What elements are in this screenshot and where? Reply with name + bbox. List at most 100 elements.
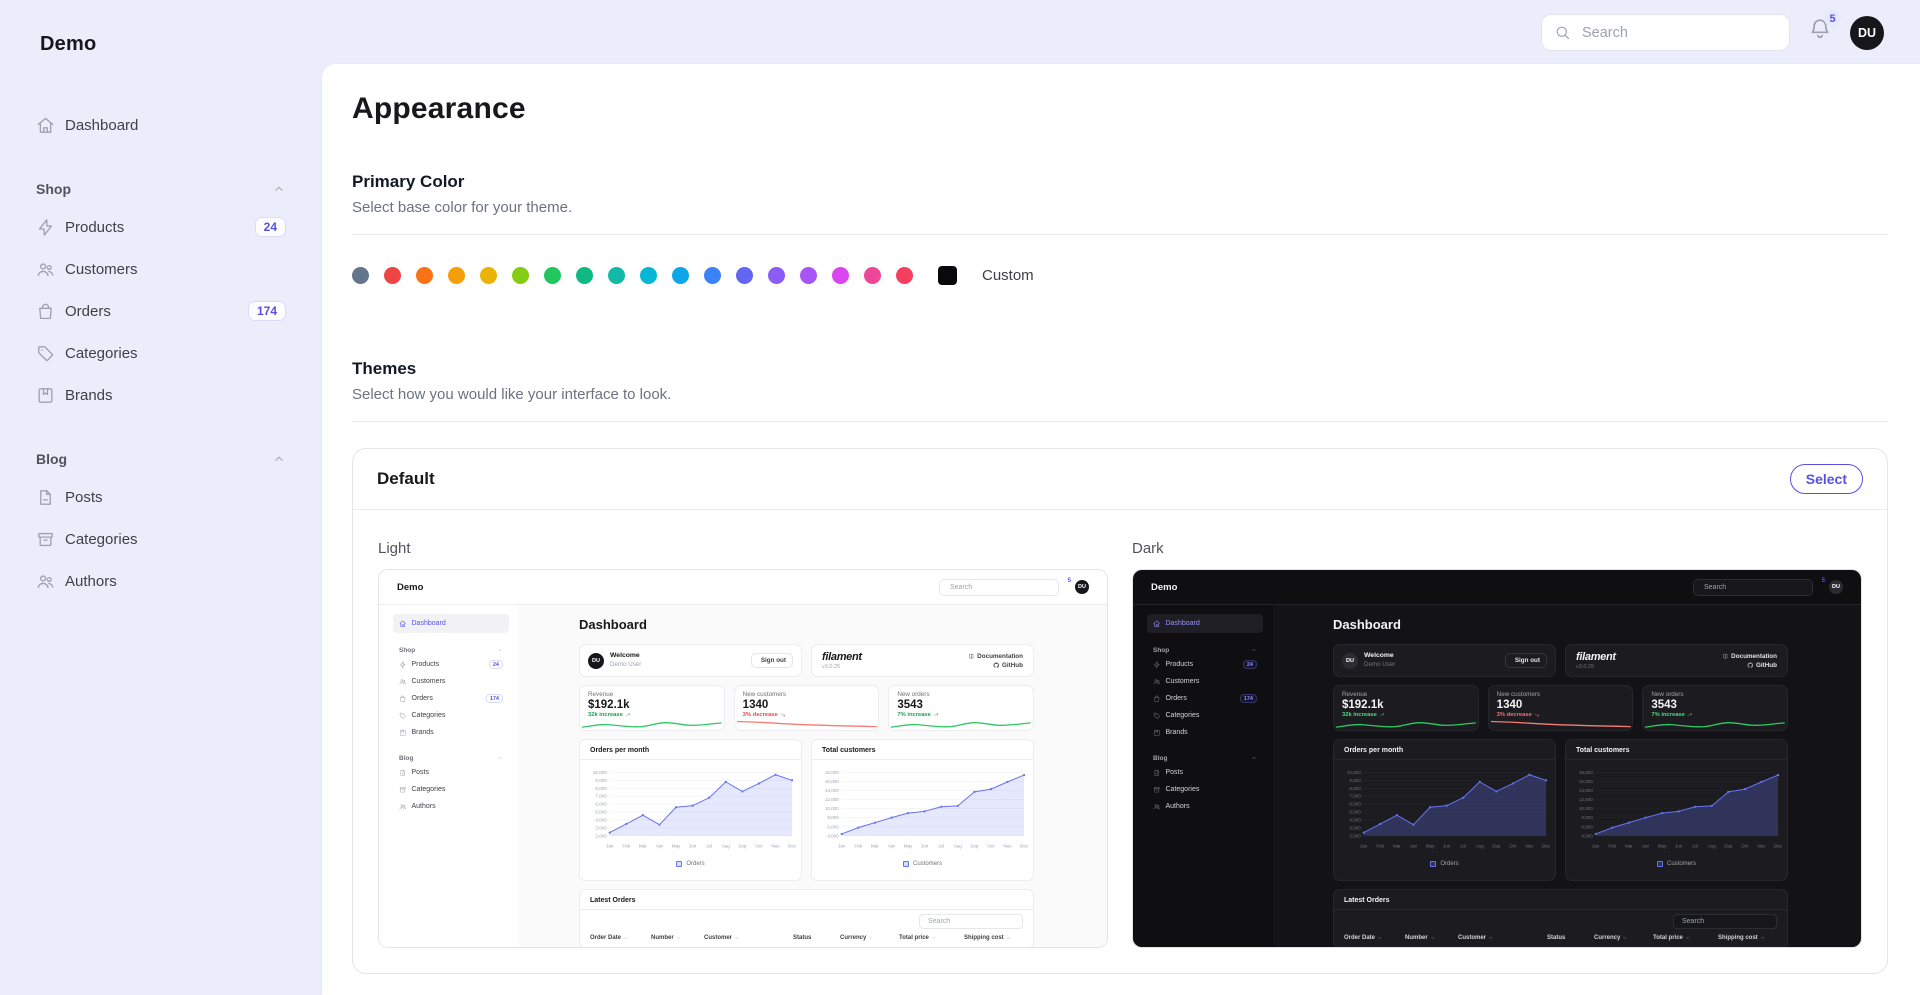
color-swatch-indigo[interactable]	[736, 267, 753, 284]
users-icon	[1153, 803, 1161, 811]
color-swatch-fuchsia[interactable]	[832, 267, 849, 284]
preview-page-title: Dashboard	[1333, 617, 1788, 632]
users-icon	[399, 678, 407, 686]
stat-value: 1340	[1497, 699, 1625, 711]
svg-text:7,000: 7,000	[595, 794, 607, 799]
search-input[interactable]	[1580, 24, 1777, 42]
sidebar-item-customers[interactable]: Customers	[20, 248, 302, 290]
svg-text:Aug: Aug	[722, 844, 731, 849]
color-swatch-slate[interactable]	[352, 267, 369, 284]
chevdown-icon	[1622, 935, 1628, 941]
color-swatch-sky[interactable]	[672, 267, 689, 284]
sidebar-item-categories[interactable]: Categories	[20, 332, 302, 374]
sidebar-item-label: Dashboard	[1166, 620, 1258, 627]
svg-text:2,000: 2,000	[595, 833, 607, 838]
color-swatch-pink[interactable]	[864, 267, 881, 284]
trenddown-icon	[1534, 712, 1540, 718]
sidebar-item-authors[interactable]: Authors	[20, 560, 302, 602]
sidebar-item-label: Categories	[1166, 786, 1258, 793]
themes-heading: Themes	[352, 359, 1888, 379]
svg-text:Jul: Jul	[706, 844, 712, 849]
svg-text:Jun: Jun	[1675, 844, 1683, 849]
svg-text:Mar: Mar	[871, 844, 879, 849]
sidebar-item-dashboard[interactable]: Dashboard	[20, 104, 302, 146]
svg-text:Jan: Jan	[606, 844, 614, 849]
sidebar-item-label: Orders	[65, 303, 238, 320]
sidebar-item-orders[interactable]: Orders174	[20, 290, 302, 332]
divider	[352, 421, 1888, 422]
stat-delta: 32k increase	[1342, 712, 1470, 718]
color-swatch-green[interactable]	[544, 267, 561, 284]
bolt-icon	[36, 218, 55, 237]
preview-sidebar-section-blog: Blog	[1147, 752, 1263, 764]
svg-text:18,000: 18,000	[825, 770, 839, 775]
sidebar-item-brands[interactable]: Brands	[20, 374, 302, 416]
preview-table-column-header: Status	[793, 935, 837, 941]
color-swatch-purple[interactable]	[800, 267, 817, 284]
svg-text:Oct: Oct	[755, 844, 763, 849]
color-swatch-violet[interactable]	[768, 267, 785, 284]
color-swatch-amber[interactable]	[448, 267, 465, 284]
tag-icon	[399, 712, 407, 720]
color-swatch-teal[interactable]	[608, 267, 625, 284]
sidebar-item-posts[interactable]: Posts	[20, 476, 302, 518]
divider	[812, 759, 1033, 760]
preview-sidebar-item-orders: Orders174	[1147, 690, 1263, 707]
sidebar-item-badge: 174	[486, 694, 503, 703]
stat-label: Revenue	[588, 691, 716, 698]
svg-text:8,000: 8,000	[1349, 786, 1361, 791]
bookmark-icon	[1153, 729, 1161, 737]
color-swatch-lime[interactable]	[512, 267, 529, 284]
theme-card-body: Light Demo Search 5 DU	[353, 510, 1887, 973]
preview-table-column-header: Order Date	[1344, 935, 1402, 941]
svg-text:Oct: Oct	[1509, 844, 1517, 849]
svg-text:5,000: 5,000	[1349, 810, 1361, 815]
preview-sidebar-item-categories: Categories	[393, 707, 509, 724]
custom-color-button[interactable]	[938, 266, 957, 285]
preview-topbar: Demo Search 5 DU	[1133, 570, 1861, 604]
sidebar-section-label: Shop	[399, 647, 497, 654]
color-swatch-red[interactable]	[384, 267, 401, 284]
app-logo[interactable]: Demo	[40, 33, 96, 56]
stat-delta: 3% decrease	[743, 712, 871, 718]
svg-text:Dec: Dec	[1542, 844, 1551, 849]
global-search[interactable]	[1541, 14, 1790, 51]
chevup-icon	[272, 452, 286, 466]
sidebar-item-label: Orders	[412, 695, 481, 702]
chevdown-icon	[1377, 935, 1383, 941]
users-icon	[36, 260, 55, 279]
primary-color-heading: Primary Color	[352, 172, 1888, 192]
sidebar-item-label: Categories	[65, 531, 286, 548]
color-swatch-yellow[interactable]	[480, 267, 497, 284]
color-swatch-cyan[interactable]	[640, 267, 657, 284]
user-avatar[interactable]: DU	[1850, 16, 1884, 50]
sidebar-section-label: Shop	[1153, 647, 1251, 654]
preview-sidebar: DashboardShopProducts24CustomersOrders17…	[1133, 605, 1273, 948]
sidebar: DashboardShopProducts24CustomersOrders17…	[0, 64, 322, 995]
light-label: Light	[378, 540, 1108, 557]
sidebar-section-blog: Blog	[20, 446, 302, 472]
color-swatch-blue[interactable]	[704, 267, 721, 284]
color-swatch-rose[interactable]	[896, 267, 913, 284]
archive-icon	[36, 530, 55, 549]
svg-text:Nov: Nov	[1757, 844, 1766, 849]
preview-filament-card: filament v3.0.25 DocumentationGitHub	[811, 644, 1034, 677]
svg-text:4,000: 4,000	[1349, 818, 1361, 823]
color-swatch-emerald[interactable]	[576, 267, 593, 284]
preview-global-search: Search	[939, 579, 1059, 596]
color-swatch-orange[interactable]	[416, 267, 433, 284]
dark-label: Dark	[1132, 540, 1862, 557]
notifications-button[interactable]: 5	[1808, 17, 1832, 48]
preview-search-placeholder: Search	[950, 584, 972, 591]
sidebar-item-label: Customers	[1166, 678, 1258, 685]
preview-stat-card: Revenue$192.1k32k increase	[1333, 685, 1479, 731]
divider	[580, 909, 1033, 910]
select-theme-button[interactable]: Select	[1790, 464, 1863, 494]
preview-link-github: GitHub	[1747, 662, 1778, 669]
preview-welcome-card: DU Welcome Demo User Sign out	[579, 644, 802, 677]
sidebar-item-products[interactable]: Products24	[20, 206, 302, 248]
svg-text:8,000: 8,000	[1581, 815, 1593, 820]
svg-text:12,000: 12,000	[1579, 797, 1593, 802]
sidebar-item-categories[interactable]: Categories	[20, 518, 302, 560]
trenddown-icon	[780, 712, 786, 718]
